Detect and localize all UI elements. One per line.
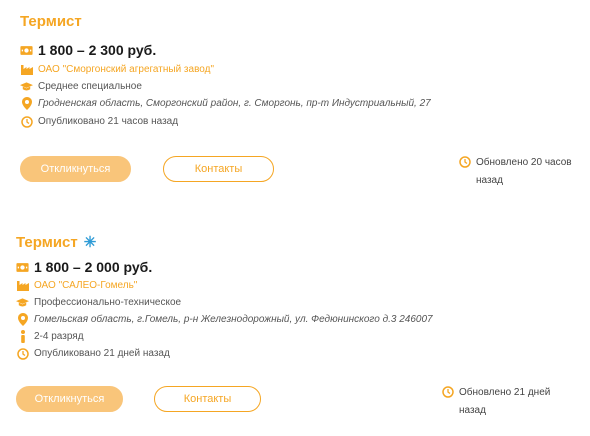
salary: 1 800 – 2 300 руб. <box>38 42 157 58</box>
education-row: Профессионально-техническое <box>16 296 181 309</box>
education-level: Среднее специальное <box>38 81 142 92</box>
published-time: Опубликовано 21 дней назад <box>34 348 170 359</box>
factory-icon <box>16 279 29 292</box>
clock-icon <box>20 115 33 128</box>
grade-row: 2-4 разряд <box>16 330 84 343</box>
published-row: Опубликовано 21 дней назад <box>16 347 170 360</box>
published-row: Опубликовано 21 часов назад <box>20 115 178 128</box>
clock-icon <box>458 155 471 168</box>
address: Гродненская область, Сморгонский район, … <box>38 98 431 109</box>
company-row: ОАО "Сморгонский агрегатный завод" <box>20 63 214 76</box>
salary-row: 1 800 – 2 300 руб. <box>20 42 156 58</box>
contacts-button[interactable]: Контакты <box>163 156 274 182</box>
vacancy-title[interactable]: Термист <box>16 234 78 251</box>
address-row: Гомельская область, г.Гомель, р-н Железн… <box>16 313 433 326</box>
vacancy-title-row: Термист ✳ <box>16 233 96 251</box>
updated-time: Обновлено 21 дней назад <box>459 387 551 416</box>
published-time: Опубликовано 21 часов назад <box>38 116 179 127</box>
address-row: Гродненская область, Сморгонский район, … <box>20 97 431 110</box>
company-row: ОАО "САЛЕО-Гомель" <box>16 279 137 292</box>
company-link[interactable]: ОАО "САЛЕО-Гомель" <box>34 280 137 291</box>
person-info-icon <box>16 330 29 343</box>
education-level: Профессионально-техническое <box>34 297 182 308</box>
clock-icon <box>441 385 454 398</box>
money-icon <box>16 261 29 274</box>
address: Гомельская область, г.Гомель, р-н Железн… <box>34 314 433 325</box>
salary: 1 800 – 2 000 руб. <box>34 259 153 275</box>
contacts-button[interactable]: Контакты <box>154 386 261 412</box>
location-pin-icon <box>20 97 33 110</box>
updated-time: Обновлено 20 часов назад <box>476 157 572 186</box>
salary-row: 1 800 – 2 000 руб. <box>16 259 152 275</box>
vacancy-card: Термист ✳ 1 800 – 2 000 руб. ОАО "САЛЕО-Г… <box>0 220 590 436</box>
vacancy-title[interactable]: Термист <box>20 13 82 30</box>
location-pin-icon <box>16 313 29 326</box>
vacancy-card: Термист 1 800 – 2 300 руб. ОАО "Сморгонс… <box>0 0 590 210</box>
updated-info: Обновлено 21 дней назад <box>441 384 569 420</box>
clock-icon <box>16 347 29 360</box>
grade: 2-4 разряд <box>34 331 84 342</box>
company-link[interactable]: ОАО "Сморгонский агрегатный завод" <box>38 64 214 75</box>
updated-info: Обновлено 20 часов назад <box>458 154 586 190</box>
highlight-star-icon: ✳ <box>83 234 97 251</box>
education-row: Среднее специальное <box>20 80 142 93</box>
graduation-cap-icon <box>16 296 29 309</box>
apply-button[interactable]: Откликнуться <box>20 156 131 182</box>
apply-button[interactable]: Откликнуться <box>16 386 123 412</box>
factory-icon <box>20 63 33 76</box>
graduation-cap-icon <box>20 80 33 93</box>
money-icon <box>20 44 33 57</box>
